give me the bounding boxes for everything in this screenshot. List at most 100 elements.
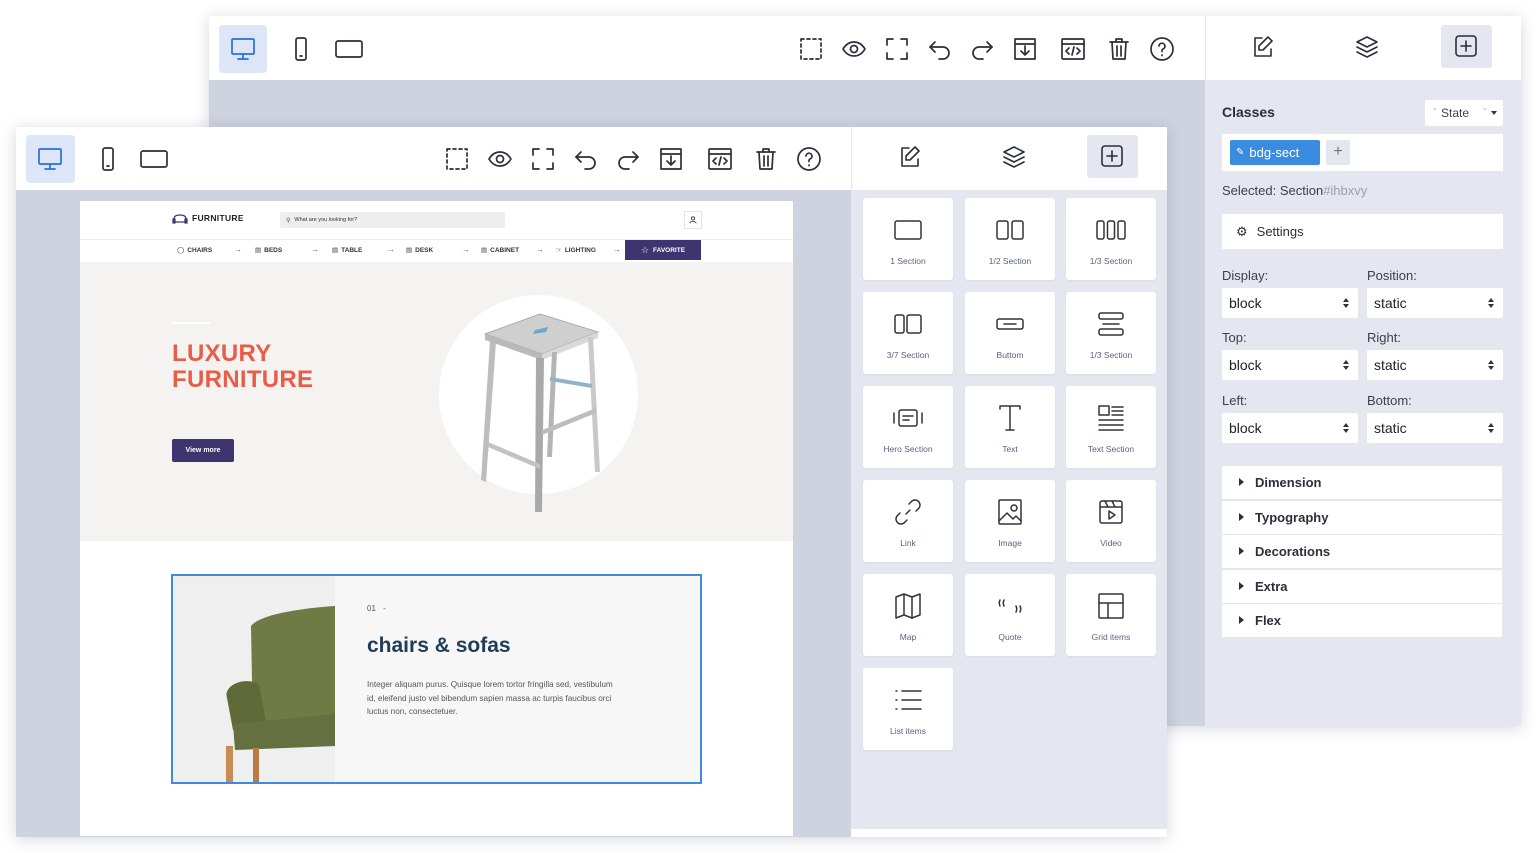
undo-button[interactable] bbox=[573, 146, 599, 172]
delete-button[interactable] bbox=[753, 146, 779, 172]
quote-icon bbox=[998, 599, 1022, 613]
display-select[interactable]: block bbox=[1222, 288, 1358, 318]
delete-button[interactable] bbox=[1106, 36, 1132, 62]
block-map[interactable]: Map bbox=[863, 574, 953, 656]
block-text[interactable]: Text bbox=[965, 386, 1055, 468]
nav-beds[interactable]: ▤ BEDS bbox=[255, 246, 282, 255]
stool-image bbox=[481, 313, 600, 512]
bottom-select[interactable]: static bbox=[1367, 413, 1503, 443]
sector-flex[interactable]: Flex bbox=[1222, 604, 1502, 637]
block-half-section[interactable]: 1/2 Section bbox=[965, 198, 1055, 280]
green-chair-image bbox=[226, 606, 335, 782]
import-button[interactable] bbox=[1012, 36, 1038, 62]
section-title: chairs & sofas bbox=[367, 634, 511, 657]
caret-right-icon bbox=[1239, 478, 1244, 486]
layer-manager-tab[interactable] bbox=[1001, 144, 1027, 170]
preview-button[interactable] bbox=[841, 36, 867, 62]
mobile-view-button[interactable] bbox=[95, 146, 121, 172]
sector-typography[interactable]: Typography bbox=[1222, 501, 1502, 534]
map-icon bbox=[895, 593, 921, 619]
sector-label: Dimension bbox=[1255, 475, 1322, 490]
right-select[interactable]: static bbox=[1367, 350, 1503, 380]
block-list-items[interactable]: List items bbox=[863, 668, 953, 750]
mobile-view-button[interactable] bbox=[288, 36, 314, 62]
fullscreen-button[interactable] bbox=[530, 146, 556, 172]
block-video[interactable]: Video bbox=[1066, 480, 1156, 562]
block-hero-section[interactable]: Hero Section bbox=[863, 386, 953, 468]
blocks-tab[interactable] bbox=[1087, 135, 1138, 178]
classes-box: ✎ bdg-sect + bbox=[1222, 134, 1503, 171]
block-third-section[interactable]: 1/3 Section bbox=[1066, 198, 1156, 280]
block-quote[interactable]: Quote bbox=[965, 574, 1055, 656]
left-select[interactable]: block bbox=[1222, 413, 1358, 443]
desktop-view-button[interactable] bbox=[26, 135, 75, 183]
left-label: Left: bbox=[1222, 393, 1248, 408]
redo-button[interactable] bbox=[969, 36, 995, 62]
add-class-button[interactable]: + bbox=[1326, 140, 1350, 165]
nav-cabinet[interactable]: ▤ CABINET bbox=[481, 246, 519, 255]
bottom-label: Bottom: bbox=[1367, 393, 1412, 408]
select-area-button[interactable] bbox=[444, 146, 470, 172]
sector-dimension[interactable]: Dimension bbox=[1222, 466, 1502, 499]
arrow-right-icon: → bbox=[613, 245, 621, 254]
hero-title-line-2: FURNITURE bbox=[172, 366, 314, 393]
style-manager-tab[interactable] bbox=[897, 144, 923, 170]
hero-section[interactable]: LUXURY FURNITURE View more bbox=[80, 262, 793, 541]
chairs-section[interactable]: 01 - chairs & sofas Integer aliquam puru… bbox=[171, 574, 702, 784]
block-link[interactable]: Link bbox=[863, 480, 953, 562]
preview-button[interactable] bbox=[487, 146, 513, 172]
top-select[interactable]: block bbox=[1222, 350, 1358, 380]
section-dash: - bbox=[383, 604, 386, 613]
block-image[interactable]: Image bbox=[965, 480, 1055, 562]
class-tag[interactable]: ✎ bdg-sect bbox=[1230, 140, 1320, 165]
sector-extra[interactable]: Extra bbox=[1222, 570, 1502, 603]
undo-button[interactable] bbox=[927, 36, 953, 62]
state-label: State bbox=[1441, 106, 1470, 120]
help-button[interactable] bbox=[1149, 36, 1175, 62]
hero-view-more-button[interactable]: View more bbox=[172, 439, 234, 462]
tablet-view-button[interactable] bbox=[139, 146, 169, 172]
import-button[interactable] bbox=[658, 146, 684, 172]
style-manager-tab[interactable] bbox=[1250, 34, 1276, 60]
nav-favorite[interactable]: ☆ FAVORITE bbox=[625, 240, 701, 260]
block-button[interactable]: Buttom bbox=[965, 292, 1055, 374]
sector-decorations[interactable]: Decorations bbox=[1222, 535, 1502, 568]
desktop-icon bbox=[230, 36, 256, 62]
chair-icon: ◯ bbox=[177, 247, 185, 254]
selected-label: Selected: Section bbox=[1222, 183, 1324, 198]
layer-manager-tab[interactable] bbox=[1354, 34, 1380, 60]
help-button[interactable] bbox=[796, 146, 822, 172]
tablet-view-button[interactable] bbox=[334, 36, 364, 62]
code-button[interactable] bbox=[1060, 36, 1086, 62]
block-text-section[interactable]: Text Section bbox=[1066, 386, 1156, 468]
block-label: Video bbox=[1100, 538, 1122, 548]
nav-table[interactable]: ▤ TABLE bbox=[332, 246, 362, 255]
block-label: Hero Section bbox=[883, 444, 933, 454]
select-area-button[interactable] bbox=[798, 36, 824, 62]
third-section-icon bbox=[1096, 220, 1126, 240]
bottom-value: static bbox=[1374, 420, 1407, 436]
nav-chairs[interactable]: ◯ CHAIRS bbox=[177, 246, 212, 255]
desktop-view-button[interactable] bbox=[219, 25, 267, 73]
chevron-down-icon bbox=[1491, 111, 1497, 115]
block-label: 1/3 Section bbox=[1089, 350, 1133, 360]
desk-icon: ▤ bbox=[406, 247, 413, 254]
code-button[interactable] bbox=[707, 146, 733, 172]
block-third-section-rows[interactable]: 1/3 Section bbox=[1066, 292, 1156, 374]
nav-desk[interactable]: ▤ DESK bbox=[406, 246, 433, 255]
bed-icon: ▤ bbox=[255, 247, 262, 254]
state-select[interactable]: - State - bbox=[1425, 100, 1503, 126]
redo-button[interactable] bbox=[615, 146, 641, 172]
back-panel-tabs bbox=[1205, 16, 1521, 80]
block-three-seven-section[interactable]: 3/7 Section bbox=[863, 292, 953, 374]
nav-lighting[interactable]: ☞ LIGHTING bbox=[556, 246, 596, 255]
block-1-section[interactable]: 1 Section bbox=[863, 198, 953, 280]
blocks-tab[interactable] bbox=[1441, 25, 1492, 68]
block-label: Image bbox=[998, 538, 1022, 548]
settings-button[interactable]: ⚙ Settings bbox=[1222, 214, 1503, 249]
block-grid-items[interactable]: Grid items bbox=[1066, 574, 1156, 656]
position-select[interactable]: static bbox=[1367, 288, 1503, 318]
fullscreen-button[interactable] bbox=[884, 36, 910, 62]
block-label: List items bbox=[890, 726, 926, 736]
block-label: Quote bbox=[998, 632, 1022, 642]
